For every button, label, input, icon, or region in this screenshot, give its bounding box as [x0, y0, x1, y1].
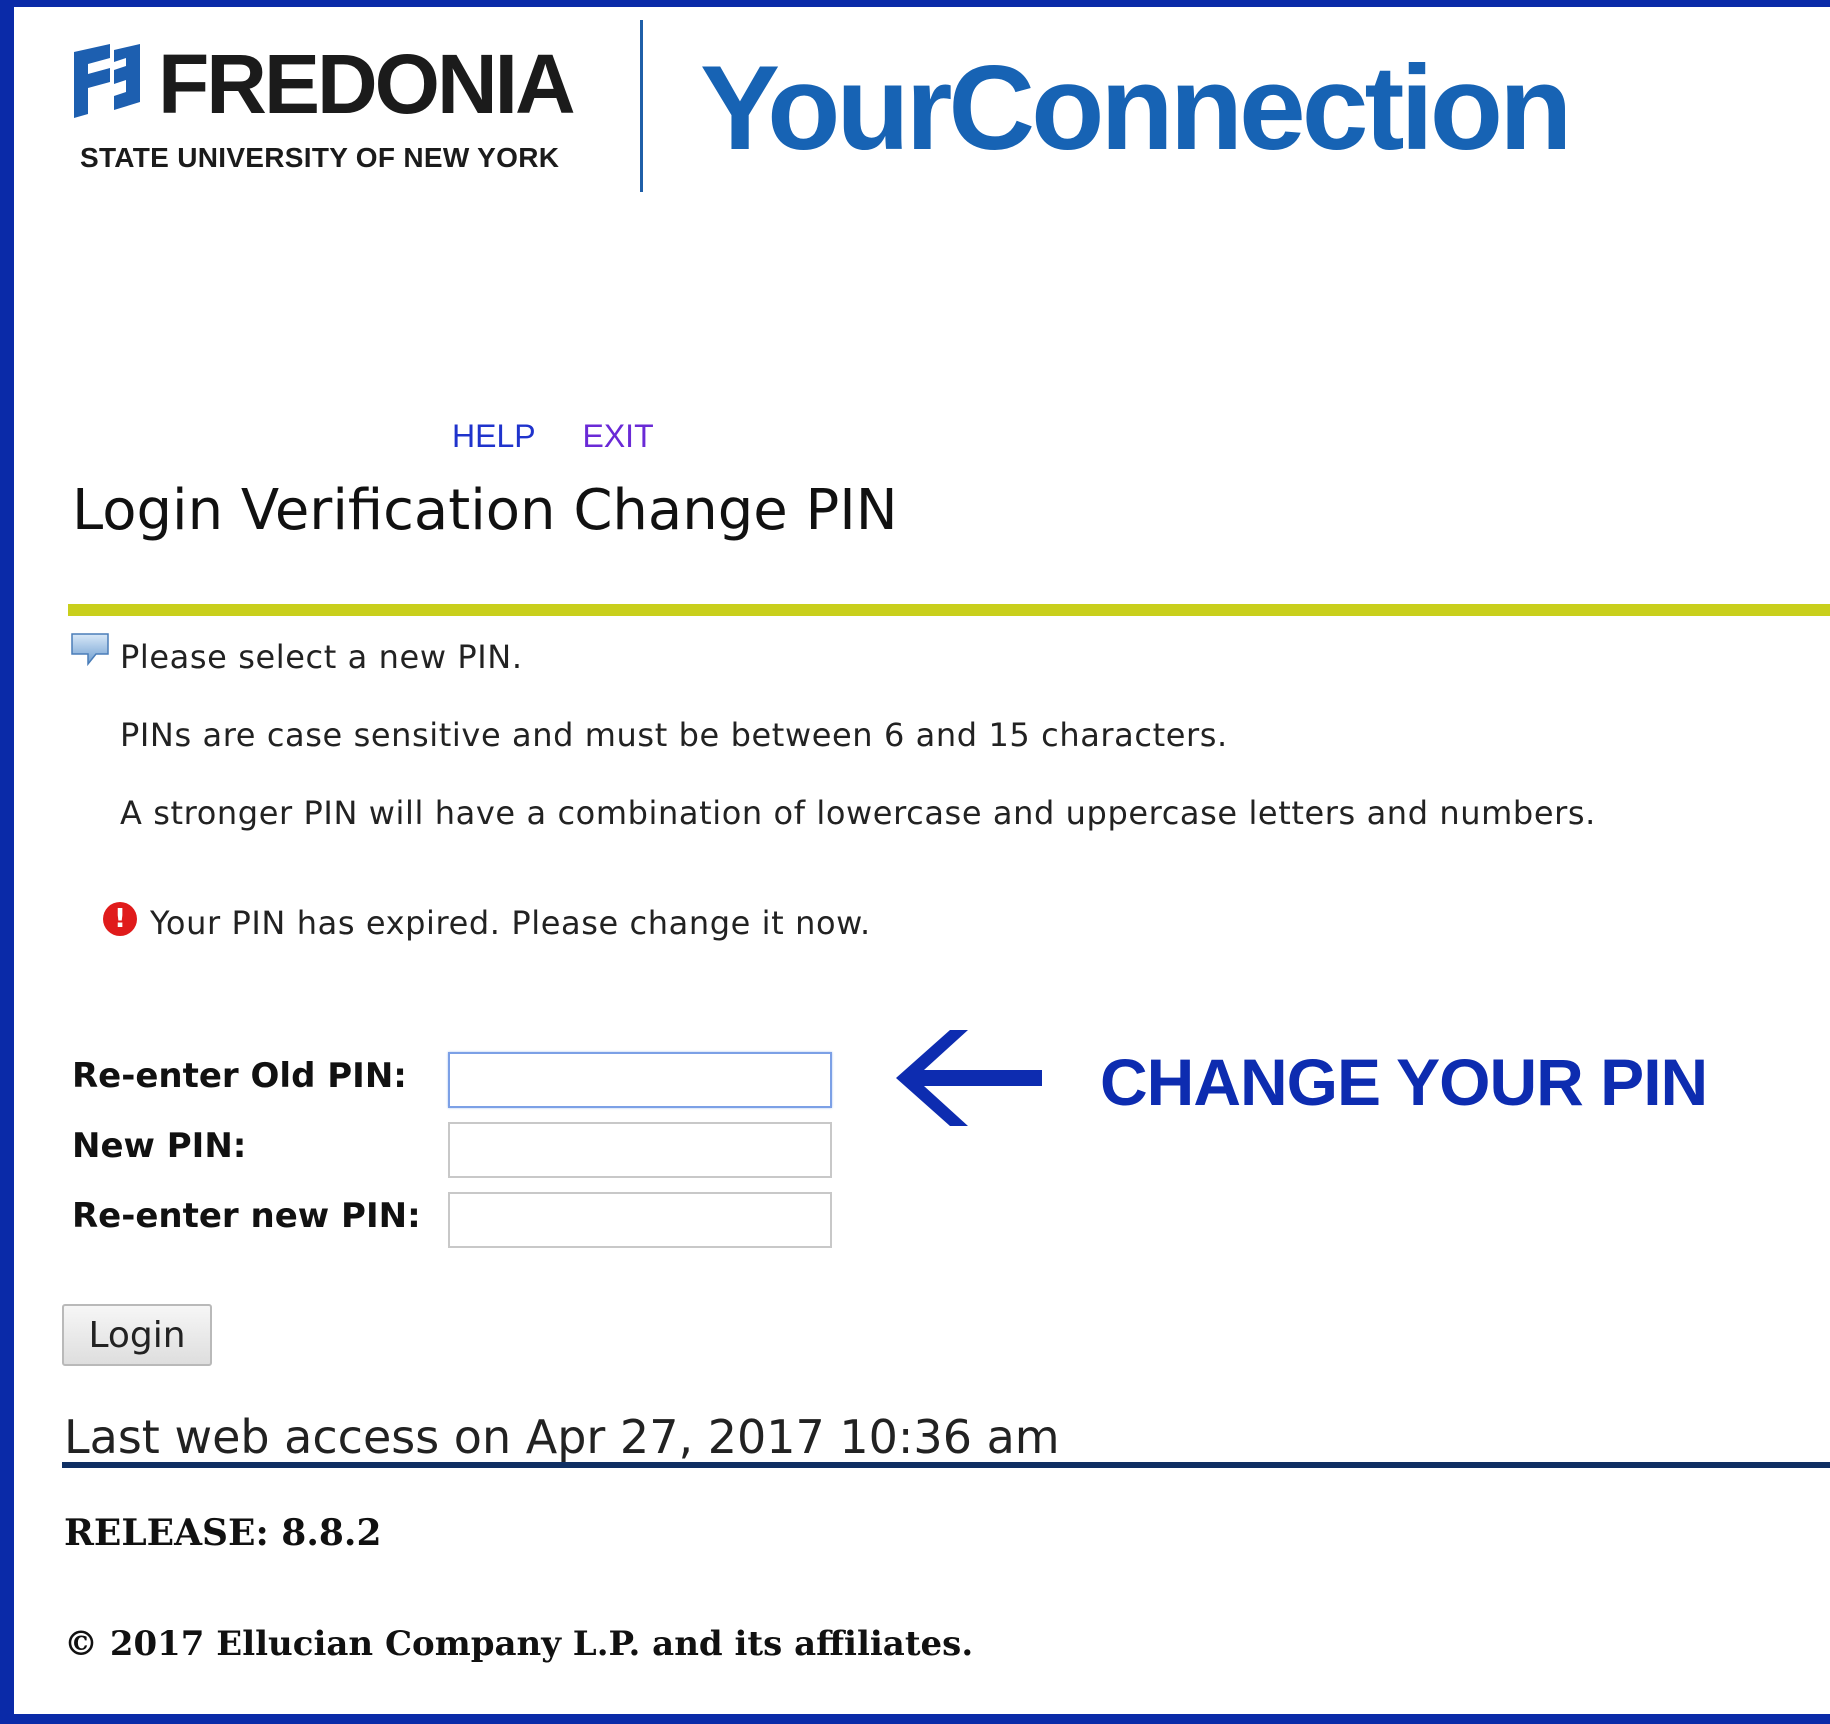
app-title: YourConnection: [700, 41, 1572, 175]
help-link[interactable]: HELP: [452, 418, 536, 454]
top-nav: HELP EXIT: [452, 418, 692, 455]
page-frame-top: [0, 0, 1830, 7]
info-strength-text: A stronger PIN will have a combination o…: [120, 794, 1596, 832]
change-pin-callout: CHANGE YOUR PIN: [1100, 1045, 1708, 1119]
page-frame-bottom: [0, 1714, 1830, 1724]
fredonia-logo-icon: [74, 44, 140, 118]
logo-name: FREDONIA: [158, 37, 576, 131]
release-version: RELEASE: 8.8.2: [64, 1512, 382, 1554]
exit-link[interactable]: EXIT: [582, 418, 653, 454]
speech-bubble-icon: [71, 633, 109, 667]
page-title: Login Verification Change PIN: [72, 478, 898, 543]
error-icon: !: [103, 902, 137, 936]
left-arrow-icon: [896, 1030, 1042, 1126]
login-button[interactable]: Login: [62, 1304, 212, 1366]
page-frame-left: [0, 0, 14, 1724]
error-message: Your PIN has expired. Please change it n…: [150, 904, 871, 942]
info-select-text: Please select a new PIN.: [120, 638, 523, 676]
confirm-pin-label: Re-enter new PIN:: [72, 1196, 421, 1236]
new-pin-input[interactable]: [448, 1122, 832, 1178]
logo-subtitle: STATE UNIVERSITY OF NEW YORK: [80, 142, 560, 173]
old-pin-input[interactable]: [448, 1052, 832, 1108]
confirm-pin-input[interactable]: [448, 1192, 832, 1248]
old-pin-label: Re-enter Old PIN:: [72, 1056, 407, 1096]
copyright-text: © 2017 Ellucian Company L.P. and its aff…: [64, 1624, 974, 1664]
header-divider: [640, 20, 643, 192]
new-pin-label: New PIN:: [72, 1126, 247, 1166]
university-logo: FREDONIA STATE UNIVERSITY OF NEW YORK: [70, 42, 590, 182]
footer-divider: [62, 1462, 1830, 1468]
info-rules-text: PINs are case sensitive and must be betw…: [120, 716, 1228, 754]
last-access-text: Last web access on Apr 27, 2017 10:36 am: [64, 1410, 1060, 1464]
title-divider: [68, 604, 1830, 616]
